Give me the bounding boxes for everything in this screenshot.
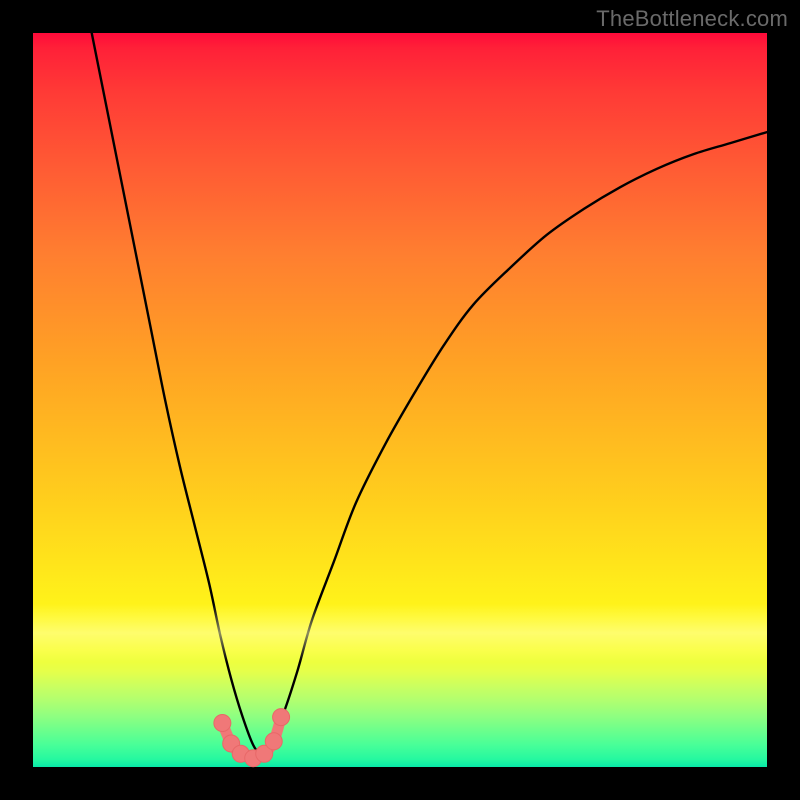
chart-svg <box>33 33 767 767</box>
min-marker-dot <box>214 714 231 731</box>
min-markers-group <box>214 709 290 767</box>
watermark-label: TheBottleneck.com <box>596 6 788 32</box>
bottleneck-curve <box>92 33 767 752</box>
plot-area <box>33 33 767 767</box>
min-marker-dot <box>265 733 282 750</box>
chart-frame: TheBottleneck.com <box>0 0 800 800</box>
min-marker-dot <box>273 709 290 726</box>
